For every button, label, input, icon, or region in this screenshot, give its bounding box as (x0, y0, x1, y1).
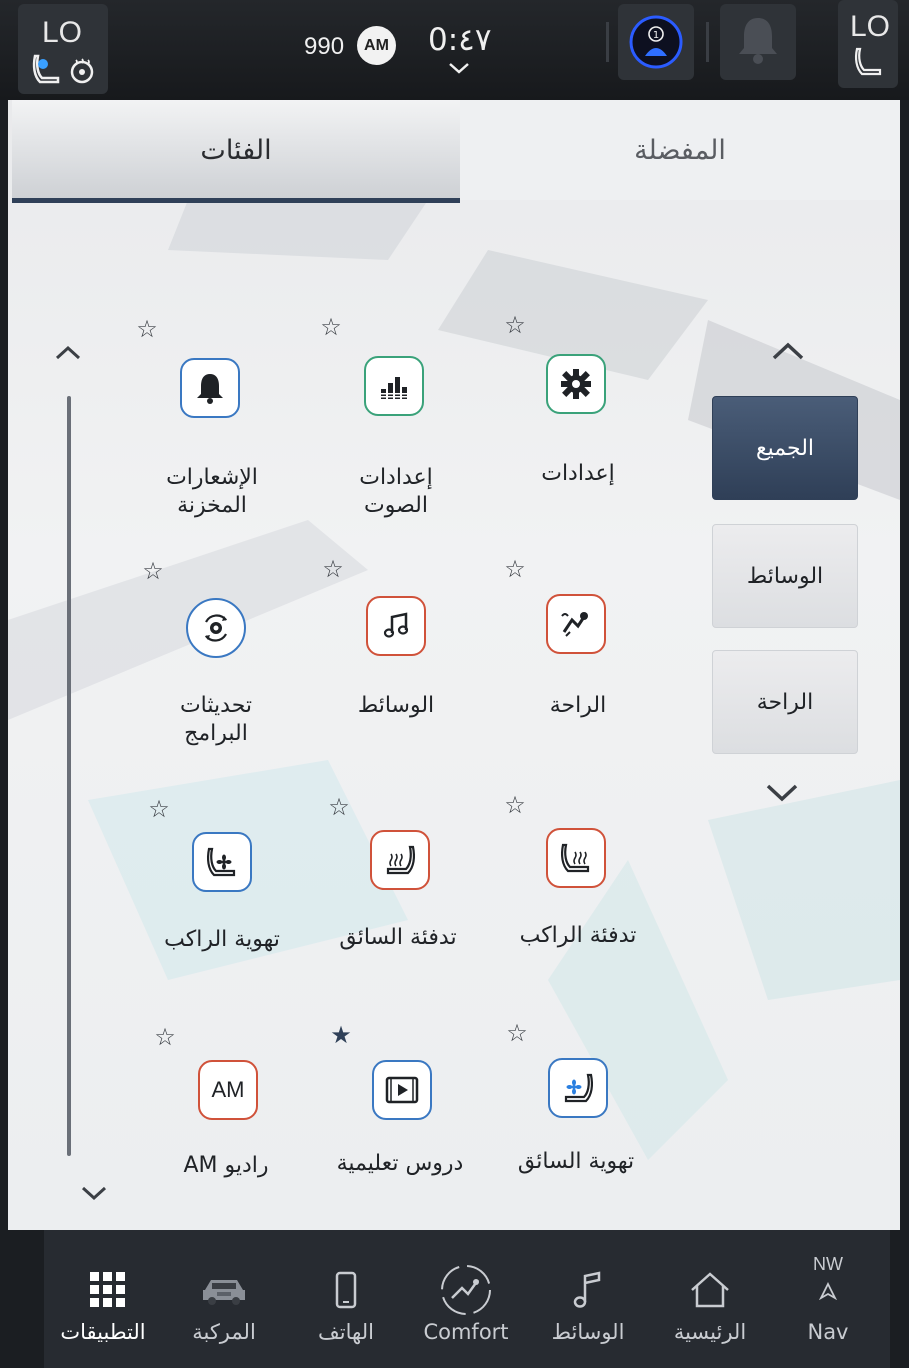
categories-scroll-down-icon[interactable] (764, 782, 800, 808)
app-stored-notifications[interactable]: ☆ الإشعارات المخزنة (122, 314, 302, 518)
comfort-icon (546, 594, 606, 654)
seat-fan-icon[interactable] (30, 52, 64, 90)
tab-favorites[interactable]: المفضلة (460, 100, 900, 200)
favorite-star-icon[interactable]: ☆ (318, 554, 348, 584)
favorite-star-icon[interactable]: ☆ (500, 554, 530, 584)
nav-label: Comfort (423, 1320, 509, 1344)
app-label: تهوية السائق (517, 1149, 635, 1174)
app-label: الراحة (549, 693, 607, 718)
app-label: تدفئة الراكب (519, 923, 637, 948)
bottom-navigation: NW Nav الرئيسية الوسائط Comfort الهاتف ا… (44, 1230, 890, 1368)
clock: 0:٤٧ (428, 22, 492, 58)
favorite-star-icon[interactable]: ☆ (316, 312, 346, 342)
apps-scroll-up-icon[interactable] (54, 344, 82, 366)
favorite-star-icon[interactable]: ☆ (500, 790, 530, 820)
ventilated-seat-icon (192, 832, 252, 892)
apps-scrollbar[interactable] (67, 396, 71, 1156)
app-comfort[interactable]: ☆ الراحة (488, 554, 668, 754)
app-label: تحديثات البرامج (179, 693, 253, 746)
app-label: دروس تعليمية (336, 1151, 464, 1176)
favorite-star-icon[interactable]: ☆ (502, 1018, 532, 1048)
app-label: إعدادات الصوت (359, 465, 433, 518)
favorite-star-icon[interactable]: ☆ (138, 556, 168, 586)
app-label: تهوية الراكب (164, 927, 280, 952)
app-passenger-vent[interactable]: ☆ تهوية الراكب (132, 794, 312, 994)
favorite-star-filled-icon[interactable]: ★ (326, 1020, 356, 1050)
nav-label: الوسائط (551, 1320, 625, 1344)
favorite-star-icon[interactable]: ☆ (150, 1022, 180, 1052)
nav-item-comfort[interactable]: Comfort (406, 1230, 526, 1368)
driver-profile-icon[interactable]: 1 (628, 14, 684, 74)
favorite-star-icon[interactable]: ☆ (132, 314, 162, 344)
seat-icon[interactable] (854, 46, 884, 80)
svg-text:1: 1 (653, 30, 659, 41)
nav-arrow-icon (818, 1281, 838, 1304)
chevron-down-icon[interactable] (447, 60, 471, 79)
apps-panel: الفئات المفضلة الجميع الوسائط الراحة ☆ إ… (8, 100, 900, 1230)
compass-heading: NW (813, 1254, 843, 1274)
app-audio-settings[interactable]: ☆ إعدادات الصوت (306, 312, 486, 518)
video-play-icon (372, 1060, 432, 1120)
radio-frequency[interactable]: 990 (304, 33, 344, 61)
app-driver-heat[interactable]: ☆ تدفئة السائق (308, 792, 488, 992)
music-note-icon (558, 1260, 618, 1320)
category-all[interactable]: الجميع (712, 396, 858, 500)
am-icon-text: AM (211, 1077, 245, 1102)
category-comfort[interactable]: الراحة (712, 650, 858, 754)
categories-scroll-up-icon[interactable] (770, 340, 806, 366)
status-bar: LO 990 AM 0:٤٧ 1 LO (0, 0, 909, 100)
bell-icon[interactable] (736, 14, 780, 70)
right-temperature: LO (850, 10, 891, 43)
comfort-icon (436, 1260, 496, 1320)
nav-item-apps[interactable]: التطبيقات (44, 1230, 164, 1368)
nav-item-media[interactable]: الوسائط (528, 1230, 648, 1368)
left-temperature: LO (42, 16, 83, 49)
nav-label: المركبة (192, 1320, 256, 1344)
app-label: تدفئة السائق (339, 925, 457, 950)
nav-label: التطبيقات (60, 1320, 146, 1344)
nav-item-nav[interactable]: NW Nav (768, 1230, 888, 1368)
radio-band-badge[interactable]: AM (357, 26, 396, 65)
home-icon (680, 1260, 740, 1320)
app-label: الإشعارات المخزنة (166, 465, 258, 518)
divider (606, 22, 609, 62)
am-radio-icon: AM (198, 1060, 258, 1120)
tab-categories[interactable]: الفئات (12, 100, 460, 200)
gear-icon (546, 354, 606, 414)
app-driver-vent[interactable]: ☆ تهوية السائق (486, 1018, 666, 1218)
favorite-star-icon[interactable]: ☆ (500, 310, 530, 340)
heated-seat-icon (370, 830, 430, 890)
nav-item-vehicle[interactable]: المركبة (164, 1230, 284, 1368)
app-tutorials[interactable]: ★ دروس تعليمية (310, 1020, 490, 1220)
app-settings[interactable]: ☆ إعدادات (488, 310, 668, 510)
app-passenger-heat[interactable]: ☆ تدفئة الراكب (488, 790, 668, 990)
app-media[interactable]: ☆ الوسائط (306, 554, 486, 754)
apps-scroll-down-icon[interactable] (80, 1184, 108, 1206)
ventilated-seat-icon (548, 1058, 608, 1118)
nav-label: الهاتف (318, 1320, 374, 1344)
category-media[interactable]: الوسائط (712, 524, 858, 628)
equalizer-icon (364, 356, 424, 416)
favorite-star-icon[interactable]: ☆ (324, 792, 354, 822)
app-label: راديو AM (183, 1153, 269, 1178)
app-label: إعدادات (541, 461, 615, 486)
app-software-updates[interactable]: ☆ تحديثات البرامج (126, 556, 306, 756)
divider (706, 22, 709, 62)
active-tab-indicator (12, 198, 460, 203)
nav-item-phone[interactable]: الهاتف (286, 1230, 406, 1368)
favorite-star-icon[interactable]: ☆ (144, 794, 174, 824)
vehicle-icon (194, 1260, 254, 1320)
nav-item-home[interactable]: الرئيسية (650, 1230, 770, 1368)
phone-icon (316, 1260, 376, 1320)
app-am-radio[interactable]: ☆ AM راديو AM (136, 1022, 316, 1222)
music-note-icon (366, 596, 426, 656)
software-update-icon (186, 598, 246, 658)
bell-icon (180, 358, 240, 418)
apps-grid-icon (78, 1260, 138, 1320)
heated-seat-icon (546, 828, 606, 888)
steering-heat-icon[interactable] (68, 56, 96, 88)
nav-label: الرئيسية (673, 1320, 747, 1344)
app-label: الوسائط (357, 693, 435, 718)
